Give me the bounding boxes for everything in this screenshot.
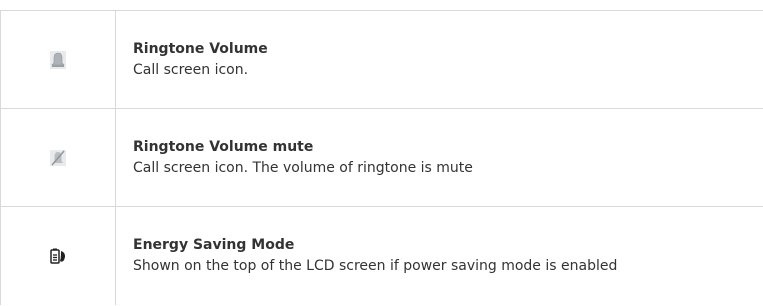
icon-cell: [0, 108, 116, 207]
item-title: Ringtone Volume mute: [133, 138, 314, 155]
description-cell: Energy Saving Mode Shown on the top of t…: [115, 206, 763, 305]
bell-mute-icon: [48, 148, 68, 168]
item-title: Ringtone Volume: [133, 40, 268, 57]
description-cell: Ringtone Volume mute Call screen icon. T…: [115, 108, 763, 207]
item-description: Call screen icon. The volume of ringtone…: [133, 159, 473, 176]
item-description: Shown on the top of the LCD screen if po…: [133, 258, 618, 274]
description-cell: Ringtone Volume Call screen icon.: [115, 10, 763, 109]
table-row: Ringtone Volume Call screen icon.: [0, 10, 763, 109]
icon-cell: [0, 206, 116, 305]
icon-reference-table: Ringtone Volume Call screen icon. Ringto…: [0, 10, 763, 305]
table-row: Ringtone Volume mute Call screen icon. T…: [0, 108, 763, 207]
bell-icon: [48, 50, 68, 70]
energy-saving-icon: [48, 246, 68, 266]
item-title: Energy Saving Mode: [133, 237, 295, 253]
icon-cell: [0, 10, 116, 109]
table-row: Energy Saving Mode Shown on the top of t…: [0, 206, 763, 305]
item-description: Call screen icon.: [133, 61, 249, 78]
